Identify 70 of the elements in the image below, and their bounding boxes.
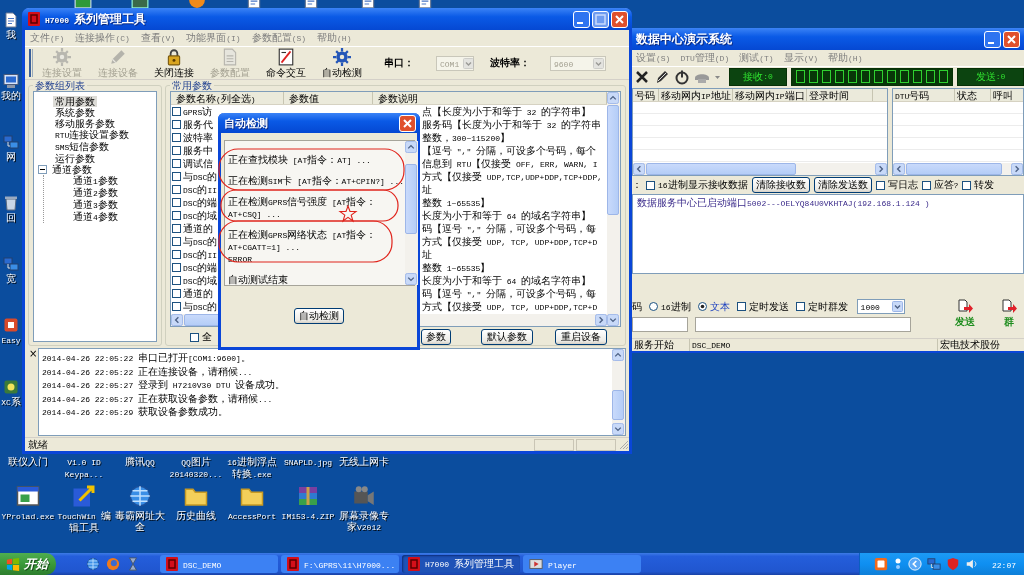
field-label: 波特率： — [490, 56, 530, 70]
table-cell: 调试信 — [183, 157, 213, 170]
log-line: 2014-04-26 22:05:27 登录到 H7210V30 DTU 设备成功。 — [42, 379, 287, 392]
table-cell: 址 — [422, 184, 432, 195]
result-line: 正在查找模块 [AT指令：AT] ... — [228, 154, 371, 166]
result-line: 自动测试结束 — [228, 274, 288, 285]
status-text: 就绪 — [28, 438, 49, 451]
table-cell: 信息到 RTU【仅接受 OFF, ERR, WARN, I — [422, 157, 598, 169]
result-line: AT+CSQ] ... — [228, 209, 281, 220]
table-cell: 与DSC的 — [183, 234, 218, 249]
table-cell: 服务中 — [183, 144, 213, 157]
result-line: 正在检测GPRS信号强度 [AT指令： — [228, 196, 377, 208]
result-line: ERROR — [228, 254, 252, 265]
table-cell: GPRS访 — [183, 104, 213, 119]
dialog-title: 自动检测 — [224, 115, 268, 131]
table-cell: 通道的 — [183, 222, 213, 235]
checkbox-label: 定时发送 — [748, 299, 789, 314]
table-cell: DSC的II — [183, 182, 217, 197]
table-cell: 服务代 — [183, 118, 213, 131]
group-title: 常用参数 — [171, 80, 213, 91]
table-cell: 整数，300~115200】 — [422, 131, 510, 143]
checkbox-label: 写日志 — [887, 178, 918, 192]
status-text: DSC_DEMO — [690, 339, 938, 351]
table-cell: 码【逗号 "," 分隔，可设多个号码，每 — [422, 287, 596, 299]
table-cell: 通道的 — [183, 287, 213, 300]
radio-label: 16进制 — [661, 299, 691, 314]
table-cell: 长度为小于和等于 64 的域名字符串】 — [422, 274, 592, 286]
status-text: 宏电技术股份 — [939, 339, 1001, 351]
result-line: 正在检测SIM卡 [AT指令：AT+CPIN?] ... — [228, 175, 405, 187]
table-cell: DSC的域 — [183, 273, 218, 288]
checkbox-label: 转发 — [974, 178, 995, 192]
table-cell: DSC的端 — [183, 195, 218, 210]
log-line: 2014-04-26 22:05:22 正在连接设备，请稍候... — [42, 365, 254, 379]
table-cell: 方式【仅接受 UDP,TCP,UDP+DDP,TCP+DDP, — [422, 170, 603, 182]
table-cell: 方式【仅接受 UDP, TCP, UDP+DDP,TCP+D — [422, 300, 598, 312]
table-cell: 整数 1~65535】 — [422, 261, 491, 273]
table-cell: 址 — [422, 249, 432, 260]
radio-label: 文本 — [709, 299, 730, 314]
table-cell: 与DSC的 — [183, 169, 218, 184]
field-label: 码 — [632, 299, 642, 314]
table-cell: 长度为小于和等于 64 的域名字符串】 — [422, 209, 592, 221]
table-cell: 整数 1~65535】 — [422, 196, 491, 208]
field-label: ： — [632, 178, 642, 192]
table-cell: 码【逗号 "," 分隔，可设多个号码，每 — [422, 222, 596, 234]
table-cell: DSC的域 — [183, 208, 218, 223]
result-line: AT+CGATT=1] ... — [228, 242, 300, 253]
checkbox-label: 应答? — [933, 178, 959, 192]
table-cell: 方式【仅接受 UDP, TCP, UDP+DDP,TCP+D — [422, 235, 598, 247]
checkbox-label: 定时群发 — [807, 299, 848, 314]
clock: 22:07 — [992, 559, 1016, 570]
table-cell: 与DSC的 — [183, 299, 218, 314]
table-cell: 点【长度为小于和等于 32 的字符串】 — [422, 105, 592, 117]
window-title: H7000 系列管理工具 — [45, 10, 146, 28]
table-cell: 【逗号 "," 分隔，可设多个号码，每个 — [422, 144, 596, 156]
log-line: 2014-04-26 22:05:29 获取设备参数成功。 — [42, 406, 229, 419]
table-cell: 服务码【长度为小于和等于 32 的字符串 — [422, 118, 602, 130]
receive-counter: 接收:0 — [729, 67, 787, 86]
window-title: 数据中心演示系统 — [636, 30, 732, 48]
log-line: 2014-04-26 22:05:27 正在获取设备参数，请稍候... — [42, 392, 274, 406]
log-line: 数据服务中心已启动端口5002---OELYQ84U0VKHTAJ(192.168.1.124 ) — [637, 197, 931, 210]
result-line: 正在检测GPRS网络状态 [AT指令： — [228, 229, 377, 241]
table-cell: DSC的II — [183, 247, 217, 262]
checkbox-label: 16进制显示接收数据 — [658, 178, 748, 192]
field-label: 串口： — [384, 56, 414, 70]
log-line: 2014-04-26 22:05:22 串口已打开[COM1:9600]。 — [42, 352, 252, 365]
table-cell: 波特率 — [183, 131, 213, 144]
table-cell: DSC的端 — [183, 260, 218, 275]
group-title: 参数组列表 — [34, 80, 86, 91]
checkbox-label: 全 — [202, 330, 212, 344]
send-counter: 发送:0 — [957, 67, 1024, 86]
